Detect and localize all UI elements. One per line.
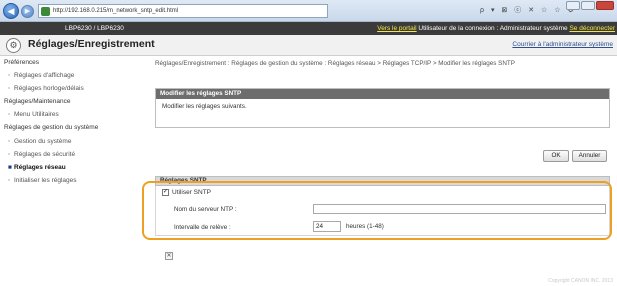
sidebar-section-preferences[interactable]: Préférences [4, 59, 39, 66]
address-bar[interactable]: http://192.168.0.215/m_network_sntp_edit… [38, 4, 328, 18]
settings-gear-icon: ⚙ [6, 38, 21, 53]
sidebar-item-security[interactable]: ▫ Réglages de sécurité [8, 151, 75, 158]
sidebar-section-maintenance[interactable]: Réglages/Maintenance [4, 98, 71, 105]
address-url: http://192.168.0.215/m_network_sntp_edit… [53, 8, 179, 14]
interval-label: Intervalle de relève : [174, 224, 231, 231]
browser-toolbar: ◀ ▶ http://192.168.0.215/m_network_sntp_… [0, 0, 617, 22]
sidebar-section-system[interactable]: Réglages de gestion du système [4, 124, 98, 131]
panel-instructions: Modifier les réglages suivants. [162, 103, 247, 110]
search-icon[interactable]: ρ [480, 7, 484, 14]
sidebar: Préférences ▫ Réglages d'affichage ▫ Régla… [0, 56, 142, 286]
sidebar-item-clock[interactable]: ▫ Réglages horloge/délais [8, 85, 84, 92]
back-arrow-icon[interactable]: ◀ [3, 3, 19, 19]
sntp-section-title: Réglages SNTP [155, 176, 610, 186]
favorites-icon[interactable]: ☆ [554, 7, 560, 14]
interval-input[interactable]: 24 [313, 221, 341, 232]
panel-title: Modifier les réglages SNTP [156, 89, 609, 99]
copyright: Copyright CANON INC. 2013 [548, 278, 613, 284]
top-bar: LBP6230 / LBP6230 Vers le portail Utilis… [0, 22, 617, 35]
sidebar-item-label: Réglages horloge/délais [14, 85, 84, 92]
favicon-icon [41, 7, 50, 16]
modify-panel: Modifier les réglages SNTP Modifier les … [155, 88, 610, 128]
sidebar-item-label: Menu Utilitaires [14, 111, 59, 118]
close-box-icon[interactable]: ✕ [165, 252, 173, 260]
printer-model: LBP6230 / LBP6230 [65, 25, 124, 32]
sidebar-item-label: Réglages d'affichage [14, 72, 75, 79]
sidebar-item-display[interactable]: ▫ Réglages d'affichage [8, 72, 74, 79]
mail-admin-link[interactable]: Courrier à l'administrateur système [512, 41, 613, 48]
portal-link[interactable]: Vers le portail [377, 25, 416, 32]
logout-link[interactable]: Se déconnecter [569, 25, 615, 32]
sidebar-item-system-management[interactable]: ▫ Gestion du système [8, 138, 71, 145]
use-sntp-row: ✓ Utiliser SNTP [162, 189, 211, 196]
maximize-icon[interactable] [581, 1, 595, 10]
stop-icon[interactable]: ✕ [528, 7, 534, 14]
use-sntp-label: Utiliser SNTP [172, 189, 212, 197]
sntp-section: ✓ Utiliser SNTP Nom du serveur NTP : Inte… [155, 186, 610, 236]
sidebar-item-reset[interactable]: ▫ Initialiser les réglages [8, 177, 77, 184]
main-content: Réglages/Enregistrement : Réglages de ge… [155, 60, 612, 280]
interval-unit: heures (1-48) [346, 223, 384, 230]
refresh-icon[interactable]: ⓒ [514, 7, 521, 14]
compat-icon[interactable]: ⊠ [501, 7, 507, 14]
window-controls [565, 1, 614, 10]
top-bar-links: Vers le portail Utilisateur de la connex… [377, 22, 615, 35]
ntp-server-label: Nom du serveur NTP : [174, 206, 237, 213]
login-info: Utilisateur de la connexion : Administra… [418, 25, 568, 32]
ntp-server-input[interactable] [313, 204, 606, 214]
home-icon[interactable]: ☆ [541, 7, 547, 14]
cancel-button[interactable]: Annuler [572, 150, 607, 162]
close-icon[interactable] [596, 1, 614, 10]
breadcrumb: Réglages/Enregistrement : Réglages de ge… [155, 60, 515, 67]
page-title: Réglages/Enregistrement [28, 38, 155, 50]
sidebar-item-utilities[interactable]: ▫ Menu Utilitaires [8, 111, 59, 118]
sidebar-item-label: Initialiser les réglages [14, 177, 77, 184]
dropdown-icon[interactable]: ▾ [491, 7, 495, 14]
sidebar-item-network[interactable]: ■ Réglages réseau [8, 164, 66, 171]
use-sntp-checkbox[interactable]: ✓ [162, 189, 169, 196]
forward-arrow-icon[interactable]: ▶ [21, 5, 34, 18]
ok-button[interactable]: OK [543, 150, 569, 162]
page-header: ⚙ Réglages/Enregistrement Courrier à l'a… [0, 35, 617, 56]
minimize-icon[interactable] [566, 1, 580, 10]
sidebar-item-label: Réglages réseau [14, 164, 66, 171]
sidebar-item-label: Réglages de sécurité [14, 151, 76, 158]
sidebar-item-label: Gestion du système [14, 138, 72, 145]
